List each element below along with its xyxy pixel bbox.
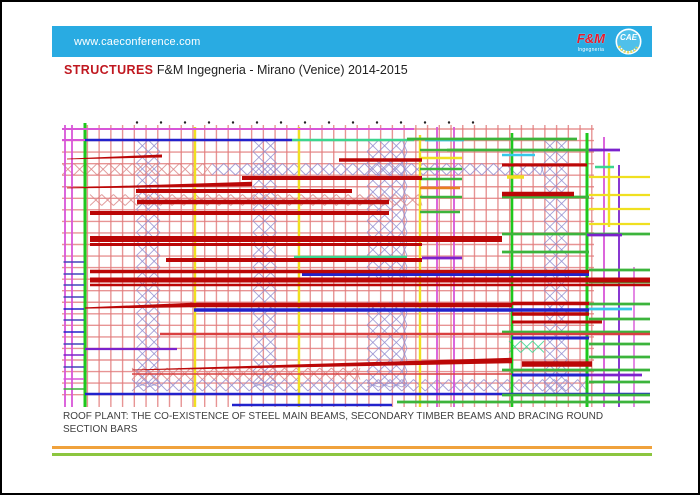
title-subtitle: F&M Ingegneria - Mirano (Venice) 2014-20… bbox=[157, 63, 408, 77]
fm-logo-subtext: Ingegneria bbox=[577, 48, 605, 53]
footer-stripe-orange bbox=[52, 446, 652, 449]
caption-line-1: ROOF PLANT: THE CO-EXISTENCE OF STEEL MA… bbox=[63, 410, 651, 423]
slide-title: STRUCTURES F&M Ingegneria - Mirano (Veni… bbox=[64, 63, 408, 77]
header-bar: www.caeconference.com F&M Ingegneria CAE bbox=[52, 26, 652, 57]
roof-plan-svg bbox=[62, 117, 650, 407]
caption-line-2: SECTION BARS bbox=[63, 423, 651, 436]
roof-plan-drawing bbox=[62, 117, 650, 407]
title-heading: STRUCTURES bbox=[64, 63, 153, 77]
svg-text:CAE: CAE bbox=[620, 33, 638, 42]
cae-logo-icon: CAE bbox=[615, 28, 642, 55]
caption: ROOF PLANT: THE CO-EXISTENCE OF STEEL MA… bbox=[63, 410, 651, 436]
logo-zone: F&M Ingegneria CAE bbox=[577, 28, 642, 55]
fm-logo-text: F&M bbox=[577, 31, 605, 46]
presentation-slide: www.caeconference.com F&M Ingegneria CAE… bbox=[0, 0, 700, 495]
footer-stripe-green bbox=[52, 453, 652, 456]
conference-url[interactable]: www.caeconference.com bbox=[74, 36, 200, 48]
fm-ingegneria-logo: F&M Ingegneria bbox=[577, 31, 605, 53]
